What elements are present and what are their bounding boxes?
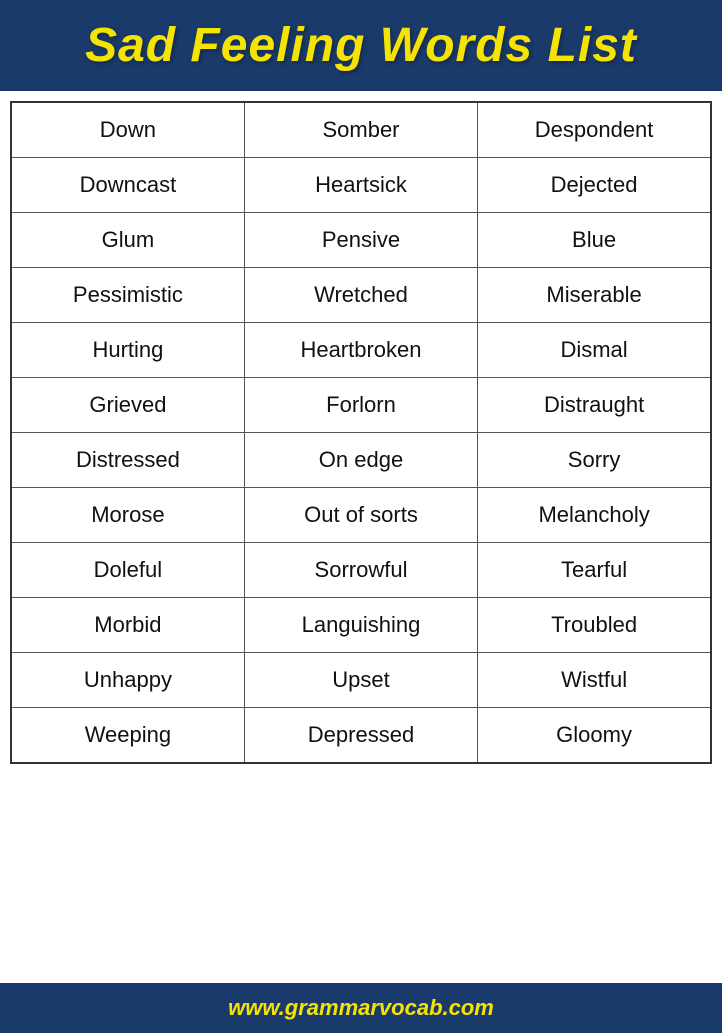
table-row: DistressedOn edgeSorry [11, 433, 711, 488]
table-row: GrievedForlornDistraught [11, 378, 711, 433]
table-row: DownSomberDespondent [11, 102, 711, 158]
cell-r8-c1: Sorrowful [244, 543, 477, 598]
cell-r9-c2: Troubled [478, 598, 711, 653]
cell-r10-c1: Upset [244, 653, 477, 708]
words-table: DownSomberDespondentDowncastHeartsickDej… [10, 101, 712, 764]
cell-r7-c0: Morose [11, 488, 244, 543]
cell-r10-c2: Wistful [478, 653, 711, 708]
cell-r11-c0: Weeping [11, 708, 244, 764]
cell-r11-c1: Depressed [244, 708, 477, 764]
cell-r0-c0: Down [11, 102, 244, 158]
table-row: DowncastHeartsickDejected [11, 158, 711, 213]
cell-r0-c2: Despondent [478, 102, 711, 158]
cell-r6-c0: Distressed [11, 433, 244, 488]
table-row: HurtingHeartbrokenDismal [11, 323, 711, 378]
cell-r2-c0: Glum [11, 213, 244, 268]
cell-r8-c2: Tearful [478, 543, 711, 598]
table-row: WeepingDepressedGloomy [11, 708, 711, 764]
cell-r3-c1: Wretched [244, 268, 477, 323]
table-container: DownSomberDespondentDowncastHeartsickDej… [0, 91, 722, 983]
cell-r7-c2: Melancholy [478, 488, 711, 543]
cell-r4-c1: Heartbroken [244, 323, 477, 378]
table-row: DolefulSorrowfulTearful [11, 543, 711, 598]
cell-r5-c2: Distraught [478, 378, 711, 433]
cell-r9-c0: Morbid [11, 598, 244, 653]
table-row: MoroseOut of sortsMelancholy [11, 488, 711, 543]
table-row: MorbidLanguishingTroubled [11, 598, 711, 653]
cell-r6-c1: On edge [244, 433, 477, 488]
cell-r11-c2: Gloomy [478, 708, 711, 764]
table-row: GlumPensiveBlue [11, 213, 711, 268]
cell-r3-c2: Miserable [478, 268, 711, 323]
table-row: PessimisticWretchedMiserable [11, 268, 711, 323]
cell-r5-c1: Forlorn [244, 378, 477, 433]
cell-r6-c2: Sorry [478, 433, 711, 488]
cell-r1-c0: Downcast [11, 158, 244, 213]
page-title: Sad Feeling Words List [85, 19, 637, 72]
cell-r8-c0: Doleful [11, 543, 244, 598]
cell-r1-c2: Dejected [478, 158, 711, 213]
cell-r7-c1: Out of sorts [244, 488, 477, 543]
table-row: UnhappyUpsetWistful [11, 653, 711, 708]
cell-r2-c1: Pensive [244, 213, 477, 268]
cell-r9-c1: Languishing [244, 598, 477, 653]
cell-r1-c1: Heartsick [244, 158, 477, 213]
header-section: Sad Feeling Words List [0, 0, 722, 91]
cell-r3-c0: Pessimistic [11, 268, 244, 323]
cell-r5-c0: Grieved [11, 378, 244, 433]
footer-section: www.grammarvocab.com [0, 983, 722, 1033]
footer-url: www.grammarvocab.com [228, 995, 494, 1020]
cell-r4-c2: Dismal [478, 323, 711, 378]
cell-r0-c1: Somber [244, 102, 477, 158]
cell-r2-c2: Blue [478, 213, 711, 268]
cell-r10-c0: Unhappy [11, 653, 244, 708]
cell-r4-c0: Hurting [11, 323, 244, 378]
